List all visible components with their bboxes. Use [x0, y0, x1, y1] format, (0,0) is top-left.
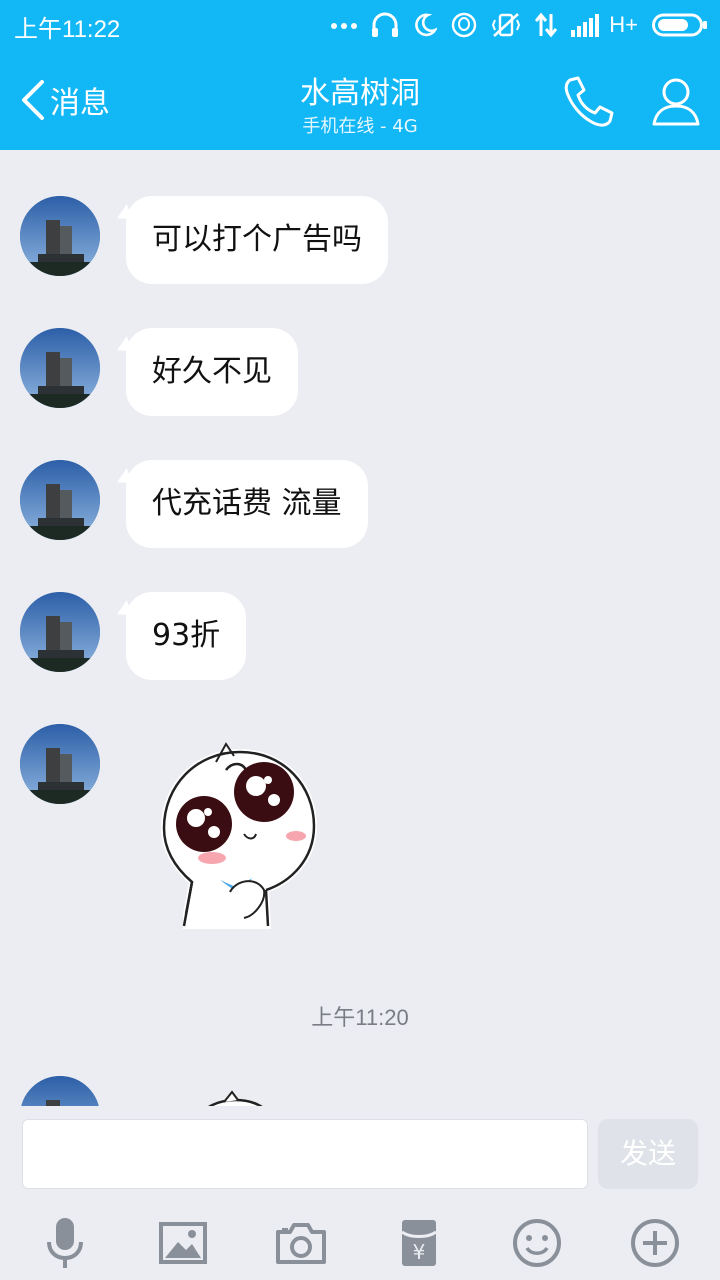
moon-icon: [415, 13, 438, 37]
send-button[interactable]: 发送: [598, 1119, 698, 1189]
message-input[interactable]: [22, 1119, 588, 1189]
qq-icon: [452, 12, 477, 38]
battery-icon: [652, 13, 707, 37]
sender-avatar[interactable]: [20, 328, 100, 408]
input-bar: 发送: [0, 1106, 720, 1206]
call-button[interactable]: [560, 74, 616, 130]
camera-icon[interactable]: [274, 1216, 328, 1270]
image-icon[interactable]: [156, 1216, 210, 1270]
person-icon: [652, 78, 700, 126]
more-dots-icon: [331, 23, 358, 29]
cute-cat-sticker[interactable]: [156, 740, 320, 930]
sender-avatar[interactable]: [20, 460, 100, 540]
vibrate-off-icon: [492, 13, 521, 37]
headphones-icon: [372, 12, 399, 37]
data-arrows-icon: [535, 12, 558, 38]
status-icons: H+: [331, 10, 708, 40]
emoji-icon[interactable]: [510, 1216, 564, 1270]
title-bar: 消息 水高树洞 手机在线 - 4G: [0, 50, 720, 150]
svg-text:¥: ¥: [413, 1240, 426, 1264]
sender-avatar[interactable]: [20, 724, 100, 804]
message-bubble[interactable]: 93折: [126, 592, 247, 680]
phone-icon: [564, 76, 614, 127]
message-timestamp: 上午11:20: [311, 1005, 409, 1030]
message-bubble[interactable]: 可以打个广告吗: [126, 196, 388, 284]
network-type: H+: [609, 12, 638, 37]
sender-avatar[interactable]: [20, 196, 100, 276]
message-list[interactable]: 可以打个广告吗 好久不见 代充话费 流量 93折 上午11:20: [0, 150, 720, 1106]
status-bar: 上午11:22 H+: [0, 0, 720, 50]
input-toolbar: ¥: [0, 1206, 720, 1280]
sender-avatar[interactable]: [20, 592, 100, 672]
plus-icon[interactable]: [628, 1216, 682, 1270]
sender-avatar[interactable]: [20, 1076, 100, 1106]
message-bubble[interactable]: 好久不见: [126, 328, 298, 416]
message-bubble[interactable]: 代充话费 流量: [126, 460, 368, 548]
microphone-icon[interactable]: [38, 1216, 92, 1270]
red-packet-icon[interactable]: ¥: [392, 1216, 446, 1270]
status-time: 上午11:22: [14, 16, 121, 43]
profile-button[interactable]: [648, 74, 704, 130]
signal-icon: [571, 14, 600, 37]
cute-cat-sticker[interactable]: [190, 1090, 280, 1106]
